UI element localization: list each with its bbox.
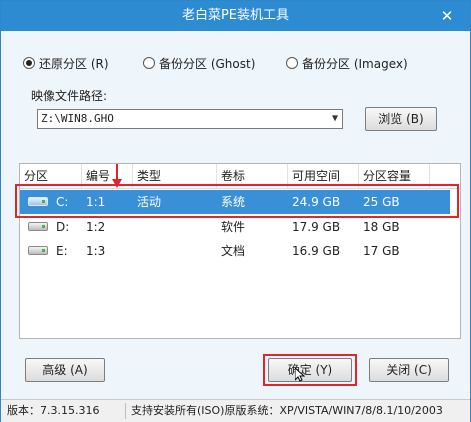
close-button[interactable]: 关闭 (C) — [369, 358, 449, 382]
cell-drive: D: — [56, 220, 70, 234]
status-divider — [125, 403, 126, 419]
column-header-type[interactable]: 类型 — [133, 164, 217, 188]
column-header-volume-label[interactable]: 卷标 — [217, 164, 288, 188]
table-row[interactable]: D: 1:2 软件 17.9 GB 18 GB — [20, 215, 460, 239]
cell-volume-label: 文档 — [221, 244, 246, 258]
status-bar: 版本：7.3.15.316 支持安装所有(ISO)原版系统：XP/VISTA/W… — [1, 399, 470, 422]
table-header: 分区 编号 类型 卷标 可用空间 分区容量 — [20, 164, 460, 189]
disk-icon — [28, 222, 48, 231]
version-text: 版本：7.3.15.316 — [7, 404, 100, 417]
column-header-partition[interactable]: 分区 — [20, 164, 82, 188]
image-path-select[interactable]: Z:\WIN8.GHO ▼ — [37, 109, 343, 129]
cell-number: 1:2 — [86, 220, 106, 234]
mode-restore-label: 还原分区 (R) — [39, 56, 109, 71]
radio-restore[interactable] — [23, 57, 35, 69]
mode-ghost-backup-option[interactable]: 备份分区 (Ghost) — [143, 55, 255, 71]
cell-type: 活动 — [137, 195, 162, 209]
table-row[interactable]: C: 1:1 活动 系统 24.9 GB 25 GB — [20, 190, 460, 214]
mode-imagex-backup-label: 备份分区 (Imagex) — [302, 56, 408, 71]
app-window: 老白菜PE装机工具 ✕ 还原分区 (R) 备份分区 (Ghost) 备份分区 (… — [0, 0, 471, 422]
image-path-value: Z:\WIN8.GHO — [41, 112, 114, 125]
cell-capacity: 18 GB — [363, 220, 400, 234]
supported-systems-text: 支持安装所有(ISO)原版系统：XP/VISTA/WIN7/8/8.1/10/2… — [131, 404, 443, 417]
cell-capacity: 25 GB — [363, 195, 400, 209]
cell-free-space: 17.9 GB — [292, 220, 341, 234]
cell-number: 1:3 — [86, 244, 106, 258]
cell-capacity: 17 GB — [363, 244, 400, 258]
partition-table: 分区 编号 类型 卷标 可用空间 分区容量 C: 1:1 活动 系统 24.9 … — [19, 163, 461, 339]
advanced-button[interactable]: 高级 (A) — [25, 358, 105, 382]
column-header-capacity[interactable]: 分区容量 — [359, 164, 430, 188]
window-title: 老白菜PE装机工具 — [181, 8, 290, 23]
disk-icon — [28, 197, 48, 206]
cell-type — [133, 215, 217, 239]
ok-button[interactable]: 确定 (Y) — [268, 358, 352, 382]
image-path-label: 映像文件路径: — [31, 89, 108, 103]
cell-free-space: 24.9 GB — [292, 195, 341, 209]
chevron-down-icon[interactable]: ▼ — [332, 110, 338, 128]
cell-type — [133, 239, 217, 263]
mode-restore-option[interactable]: 还原分区 (R) — [23, 55, 109, 71]
cell-number: 1:1 — [86, 195, 106, 209]
cell-volume-label: 系统 — [221, 195, 246, 209]
browse-button[interactable]: 浏览 (B) — [365, 107, 437, 131]
column-header-number[interactable]: 编号 — [82, 164, 133, 188]
disk-icon — [28, 246, 48, 255]
mode-ghost-backup-label: 备份分区 (Ghost) — [159, 56, 256, 71]
window-close-button[interactable]: ✕ — [432, 6, 462, 26]
table-row[interactable]: E: 1:3 文档 16.9 GB 17 GB — [20, 239, 460, 263]
mouse-cursor-icon — [295, 368, 305, 382]
radio-ghost-backup[interactable] — [143, 57, 155, 69]
mode-imagex-backup-option[interactable]: 备份分区 (Imagex) — [286, 55, 408, 71]
cell-volume-label: 软件 — [221, 220, 246, 234]
radio-imagex-backup[interactable] — [286, 57, 298, 69]
cell-drive: C: — [56, 195, 69, 209]
red-arrow-icon — [112, 164, 122, 188]
title-bar: 老白菜PE装机工具 ✕ — [1, 1, 470, 31]
cell-free-space: 16.9 GB — [292, 244, 341, 258]
column-header-free-space[interactable]: 可用空间 — [288, 164, 359, 188]
cell-drive: E: — [56, 244, 68, 258]
